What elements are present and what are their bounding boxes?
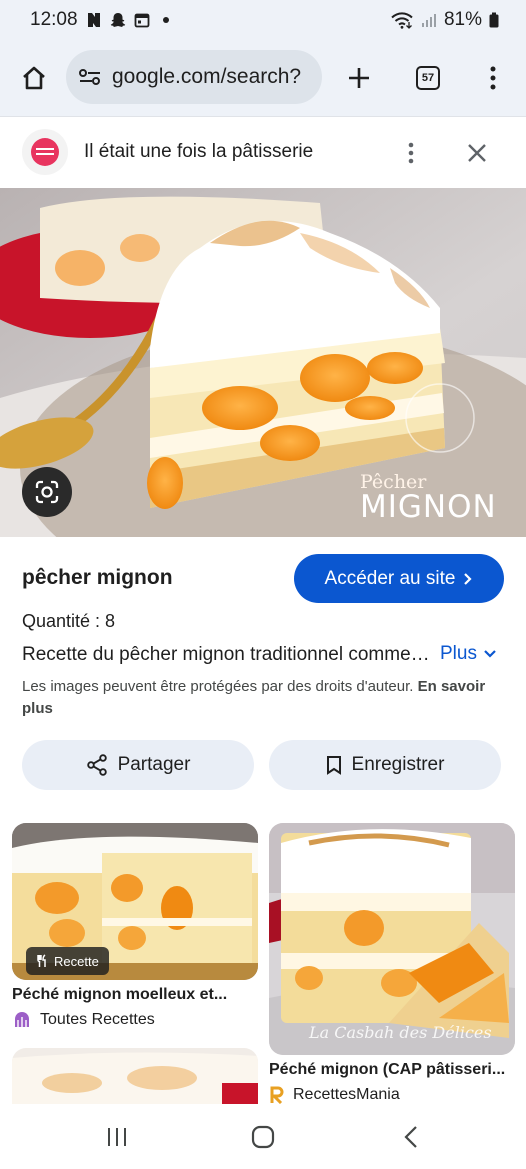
site-logo-mark bbox=[31, 138, 59, 166]
visit-site-label: Accéder au site bbox=[324, 567, 456, 589]
status-bar: 12:08 81% bbox=[0, 0, 526, 40]
source-logo-icon bbox=[12, 1011, 32, 1029]
signal-icon bbox=[420, 12, 438, 28]
cake-thumbnail bbox=[12, 1048, 258, 1104]
status-time: 12:08 bbox=[30, 9, 78, 30]
related-thumbnail[interactable]: Recette bbox=[12, 823, 258, 980]
chevron-down-icon bbox=[483, 649, 497, 659]
related-thumbnail[interactable]: La Casbah des Délices bbox=[269, 823, 515, 1055]
tabs-icon[interactable]: 57 bbox=[408, 58, 448, 98]
site-settings-icon[interactable] bbox=[78, 67, 102, 87]
more-link[interactable]: Plus bbox=[440, 643, 497, 665]
more-link-label: Plus bbox=[440, 643, 477, 664]
related-source: Toutes Recettes bbox=[12, 1011, 155, 1029]
close-icon[interactable] bbox=[462, 137, 492, 169]
dot-icon bbox=[158, 12, 174, 28]
cake-thumbnail bbox=[269, 823, 515, 1055]
chevron-right-icon bbox=[463, 572, 473, 586]
notification-icon bbox=[86, 12, 102, 28]
wifi-icon bbox=[390, 11, 414, 29]
address-bar[interactable]: google.com/search? bbox=[66, 50, 322, 104]
recents-icon[interactable] bbox=[100, 1122, 134, 1152]
more-icon[interactable] bbox=[396, 137, 426, 169]
more-icon[interactable] bbox=[478, 58, 508, 98]
snapchat-icon bbox=[110, 12, 126, 28]
source-name: RecettesMania bbox=[293, 1086, 400, 1103]
thumbnail-watermark: La Casbah des Délices bbox=[309, 1023, 492, 1042]
related-source: RecettesMania bbox=[269, 1086, 400, 1104]
related-title[interactable]: Péché mignon moelleux et... bbox=[12, 986, 258, 1004]
hero-image[interactable]: Pêcher MIGNON bbox=[0, 188, 526, 537]
bookmark-icon bbox=[326, 755, 342, 775]
browser-toolbar: google.com/search? 57 bbox=[0, 40, 526, 116]
battery-level: 81% bbox=[443, 9, 482, 30]
battery-icon bbox=[488, 12, 500, 28]
save-button[interactable]: Enregistrer bbox=[269, 740, 501, 790]
lens-icon[interactable] bbox=[22, 467, 72, 517]
watermark-line2: MIGNON bbox=[360, 489, 497, 525]
copyright-notice: Les images peuvent être protégées par de… bbox=[22, 676, 492, 720]
share-icon bbox=[86, 754, 108, 776]
system-nav-bar bbox=[0, 1104, 526, 1169]
related-card[interactable] bbox=[12, 1048, 258, 1104]
back-icon[interactable] bbox=[396, 1122, 426, 1152]
share-button[interactable]: Partager bbox=[22, 740, 254, 790]
copyright-text: Les images peuvent être protégées par de… bbox=[22, 678, 414, 695]
share-label: Partager bbox=[117, 754, 191, 775]
status-right: 81% bbox=[390, 9, 500, 31]
site-header: Il était une fois la pâtisserie bbox=[0, 116, 526, 188]
site-name[interactable]: Il était une fois la pâtisserie bbox=[84, 141, 313, 163]
related-card[interactable]: Recette Péché mignon moelleux et... Tout… bbox=[12, 823, 258, 1039]
new-tab-icon[interactable] bbox=[340, 58, 378, 98]
save-label: Enregistrer bbox=[351, 754, 445, 775]
result-title: pêcher mignon bbox=[22, 566, 173, 589]
recipe-badge: Recette bbox=[26, 947, 109, 975]
source-name: Toutes Recettes bbox=[40, 1011, 155, 1028]
related-card[interactable]: La Casbah des Délices Péché mignon (CAP … bbox=[269, 823, 515, 1113]
quantity-text: Quantité : 8 bbox=[22, 611, 116, 631]
site-logo[interactable] bbox=[22, 129, 68, 175]
image-watermark: Pêcher MIGNON bbox=[360, 473, 497, 523]
url-text[interactable]: google.com/search? bbox=[112, 65, 301, 89]
related-title[interactable]: Péché mignon (CAP pâtisseri... bbox=[269, 1061, 515, 1079]
visit-site-button[interactable]: Accéder au site bbox=[294, 554, 504, 603]
source-logo-icon bbox=[269, 1086, 285, 1104]
home-icon[interactable] bbox=[14, 58, 54, 98]
recipe-badge-label: Recette bbox=[54, 953, 99, 969]
status-left: 12:08 bbox=[30, 9, 174, 31]
related-thumbnail[interactable] bbox=[12, 1048, 258, 1104]
calendar-icon bbox=[134, 12, 150, 28]
tab-count: 57 bbox=[416, 66, 440, 90]
utensils-icon bbox=[37, 954, 46, 967]
home-nav-icon[interactable] bbox=[246, 1122, 280, 1152]
description-text: Recette du pêcher mignon traditionnel co… bbox=[22, 644, 430, 665]
